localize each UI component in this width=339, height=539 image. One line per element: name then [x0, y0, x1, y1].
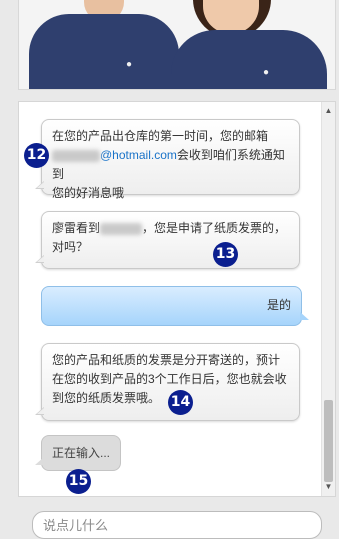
message-text: ，您是申请了纸质发票的，	[142, 221, 287, 235]
message-input[interactable]	[32, 511, 322, 539]
agent-message: 在您的产品出仓库的第一时间，您的邮箱 xxxxxxxx@hotmail.com会…	[35, 119, 300, 200]
redacted-name: xxxxxx	[100, 222, 143, 235]
user-message: 是的	[41, 286, 309, 326]
typing-text: 正在输入...	[52, 446, 111, 460]
message-line: 您的好消息哦	[52, 186, 125, 200]
staff-photo-right: ●	[169, 0, 329, 89]
message-line: 对吗？	[52, 240, 89, 254]
staff-photo-left: ●	[29, 0, 179, 89]
message-line: 在您的产品出仓库的第一时间，您的邮箱	[52, 129, 269, 143]
annotation-badge: 13	[213, 242, 238, 267]
promo-banner: ● ●	[18, 0, 336, 90]
apple-logo-icon: ●	[263, 67, 270, 78]
annotation-badge: 12	[24, 143, 49, 168]
annotation-badge: 14	[168, 390, 193, 415]
annotation-badge: 15	[66, 469, 91, 494]
agent-message: 廖雷看到xxxxxx，您是申请了纸质发票的， 对吗？	[35, 211, 300, 269]
scroll-thumb[interactable]	[324, 400, 333, 482]
scroll-up-arrow-icon[interactable]: ▲	[322, 104, 335, 118]
chat-scrollbar[interactable]: ▲ ▼	[321, 102, 335, 496]
chat-panel[interactable]: 在您的产品出仓库的第一时间，您的邮箱 xxxxxxxx@hotmail.com会…	[18, 101, 336, 497]
message-line: 在您的收到产品的3个工作日后，您也就会收	[52, 372, 287, 386]
message-text: 是的	[266, 298, 291, 312]
message-text: 廖雷看到	[52, 221, 101, 235]
typing-indicator: 正在输入...	[35, 435, 121, 471]
email-link[interactable]: @hotmail.com	[100, 148, 177, 162]
apple-logo-icon: ●	[126, 59, 133, 70]
scroll-down-arrow-icon[interactable]: ▼	[322, 480, 335, 494]
redacted-email: xxxxxxxx	[52, 149, 100, 162]
message-line: 您的产品和纸质的发票是分开寄送的，预计	[52, 353, 281, 367]
